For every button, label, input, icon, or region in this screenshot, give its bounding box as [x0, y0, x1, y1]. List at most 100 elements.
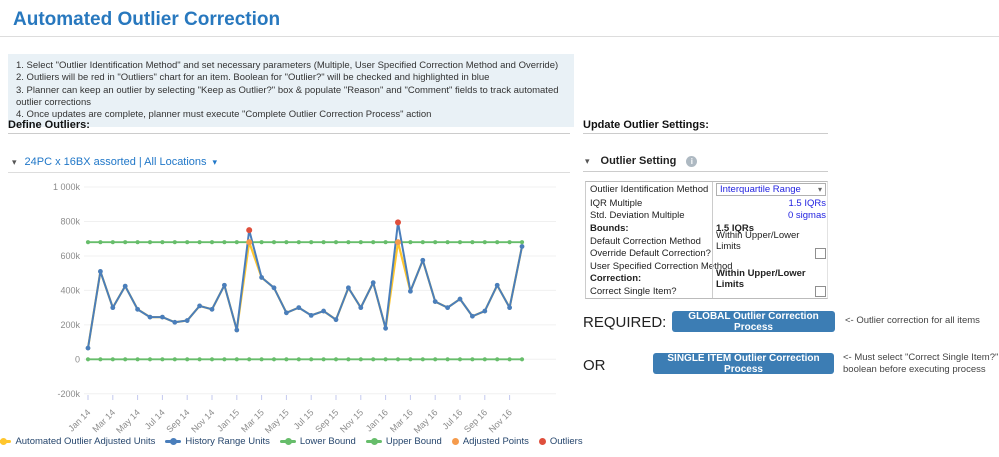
title-divider — [0, 36, 999, 37]
item-selector-label[interactable]: 24PC x 16BX assorted | All Locations — [25, 156, 207, 168]
settings-row: IQR Multiple 1.5 IQRs — [586, 197, 827, 210]
svg-text:Mar 16: Mar 16 — [388, 407, 415, 434]
legend-marker-icon — [165, 438, 182, 445]
svg-text:May 14: May 14 — [114, 407, 142, 434]
setting-label: Outlier Identification Method — [590, 184, 709, 195]
settings-row: Correction: Within Upper/Lower Limits — [586, 268, 827, 290]
legend-marker-icon — [365, 438, 382, 445]
svg-text:Sep 16: Sep 16 — [462, 407, 489, 434]
svg-text:Mar 14: Mar 14 — [90, 407, 117, 434]
svg-text:Mar 15: Mar 15 — [239, 407, 266, 434]
svg-text:0: 0 — [75, 354, 80, 364]
outlier-setting-title: Outlier Setting — [600, 155, 677, 167]
page-title: Automated Outlier Correction — [13, 9, 281, 30]
single-button-note: <- Must select "Correct Single Item?" bo… — [843, 352, 999, 375]
setting-value: Interquartile Range — [712, 182, 827, 197]
svg-text:May 16: May 16 — [412, 407, 440, 434]
svg-text:Nov 14: Nov 14 — [189, 407, 216, 434]
svg-text:Nov 16: Nov 16 — [487, 407, 514, 434]
update-settings-divider — [583, 133, 828, 134]
svg-text:800k: 800k — [60, 217, 80, 227]
define-outliers-heading: Define Outliers: — [8, 119, 90, 131]
svg-text:1 000k: 1 000k — [53, 182, 81, 192]
outliers-chart: 1 000k 800k 600k 400k 200k 0 -200k Jan 14 Mar 14… — [8, 176, 570, 434]
svg-text:Jan 14: Jan 14 — [66, 407, 92, 433]
legend-item[interactable]: Upper Bound — [365, 436, 442, 447]
legend-marker-icon — [0, 438, 12, 445]
svg-text:Sep 15: Sep 15 — [313, 407, 340, 434]
svg-text:Jul 14: Jul 14 — [143, 407, 167, 431]
svg-text:600k: 600k — [60, 251, 80, 261]
svg-text:Nov 15: Nov 15 — [338, 407, 365, 434]
svg-text:Jul 16: Jul 16 — [440, 407, 464, 431]
dropdown-caret-icon[interactable] — [818, 184, 822, 196]
legend-item[interactable]: History Range Units — [165, 436, 270, 447]
setting-label: IQR Multiple — [590, 197, 643, 209]
legend-marker-icon — [538, 438, 546, 445]
identification-method-dropdown[interactable]: Interquartile Range — [716, 183, 826, 196]
instruction-line: 2. Outliers will be red in "Outliers" ch… — [16, 72, 490, 84]
settings-row: Correct Single Item? — [586, 285, 827, 298]
info-icon[interactable] — [686, 155, 698, 167]
setting-label: Std. Deviation Multiple — [590, 210, 685, 222]
settings-row: Default Correction Method Within Upper/Lo… — [586, 230, 827, 252]
setting-value — [712, 285, 827, 298]
svg-text:Jul 15: Jul 15 — [292, 407, 316, 431]
setting-label: Correct Single Item? — [590, 285, 677, 297]
single-item-outlier-correction-button[interactable]: SINGLE ITEM Outlier Correction Process — [653, 353, 834, 375]
legend-label: Upper Bound — [385, 436, 442, 447]
instruction-line: 4. Once updates are complete, planner mu… — [16, 109, 432, 121]
selector-divider — [8, 172, 570, 173]
instruction-line: 1. Select "Outlier Identification Method… — [16, 60, 559, 71]
svg-text:400k: 400k — [60, 285, 80, 295]
legend-marker-icon — [451, 438, 459, 445]
collapse-caret-icon[interactable]: ▾ — [12, 157, 17, 167]
instruction-line: 3. Planner can keep an outlier by select… — [16, 84, 559, 108]
legend-label: Lower Bound — [299, 436, 356, 447]
setting-label: Bounds: — [590, 222, 629, 234]
item-location-selector[interactable]: ▾ 24PC x 16BX assorted | All Locations ▾ — [12, 156, 217, 168]
setting-label: Correction: — [590, 273, 642, 285]
outlier-setting-section: ▾ Outlier Setting — [585, 155, 698, 167]
setting-label: Default Correction Method — [590, 235, 701, 247]
outlier-settings-table: Outlier Identification Method Interquarti… — [585, 181, 828, 299]
setting-value[interactable]: 1.5 IQRs — [712, 197, 827, 210]
legend-item[interactable]: Adjusted Points — [451, 436, 529, 447]
setting-value — [712, 247, 827, 260]
legend-item[interactable]: Lower Bound — [279, 436, 356, 447]
outlier-setting-divider — [583, 171, 828, 172]
required-label: REQUIRED: — [583, 314, 667, 331]
selector-dropdown-caret-icon[interactable]: ▾ — [213, 157, 218, 167]
settings-row: Std. Deviation Multiple 0 sigmas — [586, 209, 827, 223]
svg-text:200k: 200k — [60, 320, 80, 330]
or-label: OR — [583, 357, 606, 374]
legend-label: Outliers — [549, 436, 583, 447]
setting-label: User Specified Correction Method — [590, 260, 733, 272]
outliers-chart-svg: 1 000k 800k 600k 400k 200k 0 -200k Jan 14Mar 14… — [53, 182, 556, 434]
legend-marker-icon — [279, 438, 296, 445]
instructions-box: 1. Select "Outlier Identification Method… — [8, 54, 574, 128]
legend-label: History Range Units — [185, 436, 270, 447]
global-outlier-correction-button[interactable]: GLOBAL Outlier Correction Process — [672, 311, 835, 333]
legend-label: Adjusted Points — [462, 436, 529, 447]
settings-row: Override Default Correction? — [586, 247, 827, 260]
setting-value: Within Upper/Lower Limits — [712, 268, 827, 290]
settings-row: Outlier Identification Method Interquarti… — [586, 182, 827, 197]
section-collapse-caret-icon[interactable]: ▾ — [585, 156, 590, 167]
setting-value[interactable]: 0 sigmas — [712, 209, 827, 223]
legend-label: Automated Outlier Adjusted Units — [15, 436, 156, 447]
setting-checkbox[interactable] — [815, 285, 826, 297]
setting-value: Within Upper/Lower Limits — [712, 230, 827, 252]
svg-text:Jan 15: Jan 15 — [215, 407, 241, 433]
svg-text:Sep 14: Sep 14 — [164, 407, 191, 434]
svg-text:Jan 16: Jan 16 — [364, 407, 390, 433]
legend-item[interactable]: Outliers — [538, 436, 583, 447]
setting-checkbox[interactable] — [815, 248, 826, 260]
setting-label: Override Default Correction? — [590, 248, 711, 260]
define-outliers-divider — [8, 133, 570, 134]
chart-legend: Automated Outlier Adjusted Units History … — [0, 436, 583, 447]
global-button-note: <- Outlier correction for all items — [845, 315, 980, 326]
update-settings-heading: Update Outlier Settings: — [583, 119, 709, 131]
legend-item[interactable]: Automated Outlier Adjusted Units — [0, 436, 155, 447]
svg-text:May 15: May 15 — [263, 407, 291, 434]
